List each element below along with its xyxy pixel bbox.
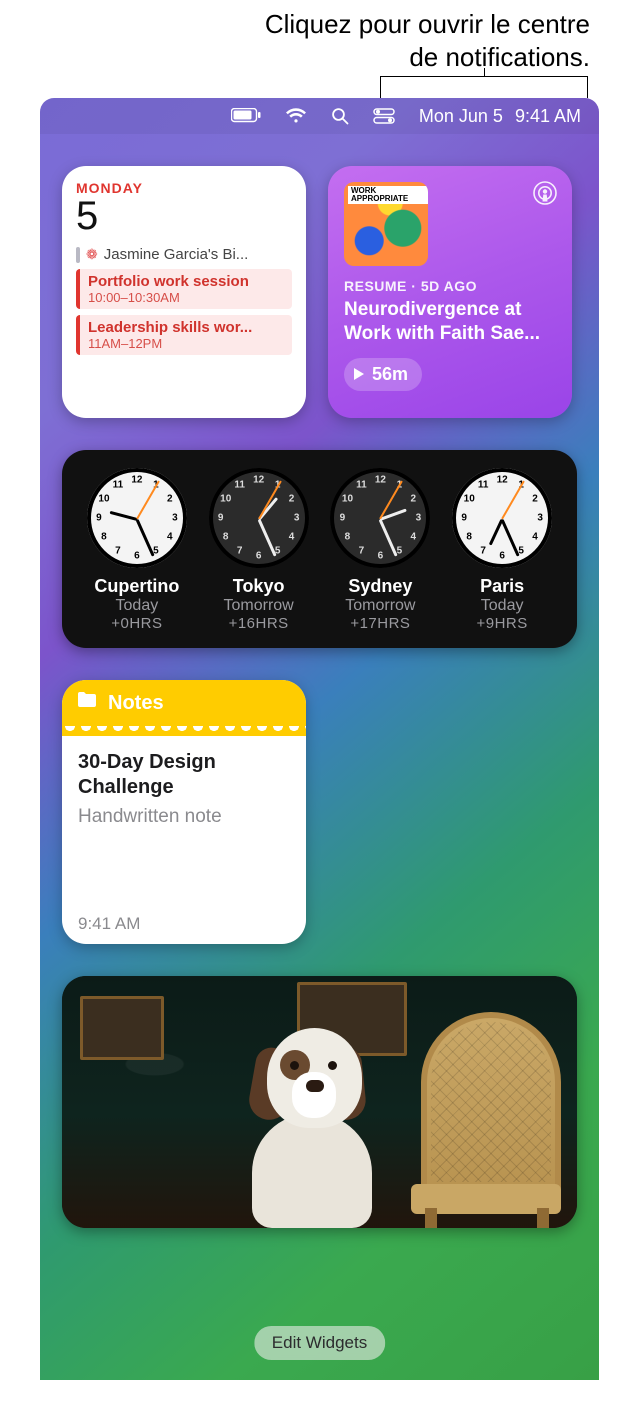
- world-clock-widget[interactable]: 123456789101112CupertinoToday+0HRS123456…: [62, 450, 577, 648]
- podcast-duration: 56m: [372, 364, 408, 385]
- wifi-icon[interactable]: [285, 108, 307, 124]
- podcasts-app-icon: [532, 180, 558, 211]
- birthday-icon: ❁: [86, 246, 98, 263]
- clock-face: 123456789101112: [452, 468, 552, 568]
- clock-city-label: Paris: [480, 576, 524, 597]
- calendar-event[interactable]: Leadership skills wor... 11AM–12PM: [76, 315, 292, 355]
- event-title: Portfolio work session: [88, 273, 284, 290]
- event-title: Leadership skills wor...: [88, 319, 284, 336]
- notes-folder-icon: [76, 691, 98, 715]
- note-subtitle: Handwritten note: [78, 806, 290, 828]
- play-icon: [354, 368, 364, 380]
- menu-bar-date: Mon Jun 5: [419, 106, 503, 127]
- podcasts-widget[interactable]: WORK APPROPRIATE RESUME · 5D AGO Neurodi…: [328, 166, 572, 418]
- calendar-day-number: 5: [76, 196, 292, 236]
- world-clock-city: 123456789101112 ParisToday+9HRS: [441, 468, 563, 632]
- notes-tear-decoration: [62, 726, 306, 736]
- event-color-dot: [76, 247, 80, 263]
- menu-bar: Mon Jun 5 9:41 AM: [40, 98, 599, 134]
- control-center-icon[interactable]: [373, 108, 395, 124]
- clock-offset-label: +17HRS: [350, 615, 410, 632]
- clock-day-label: Tomorrow: [224, 597, 294, 615]
- world-clock-city: 123456789101112 TokyoTomorrow+16HRS: [198, 468, 320, 632]
- clock-offset-label: +16HRS: [229, 615, 289, 632]
- calendar-event[interactable]: Portfolio work session 10:00–10:30AM: [76, 269, 292, 309]
- photo-wall-frame: [80, 996, 164, 1060]
- clock-face: 123456789101112: [87, 468, 187, 568]
- desktop-screen: Mon Jun 5 9:41 AM MONDAY 5 ❁ Jasmine Gar…: [40, 98, 599, 1380]
- photo-dog: [212, 1018, 412, 1228]
- clock-face: 123456789101112: [209, 468, 309, 568]
- world-clock-city: 123456789101112 SydneyTomorrow+17HRS: [320, 468, 442, 632]
- clock-city-label: Sydney: [348, 576, 412, 597]
- spotlight-search-icon[interactable]: [331, 107, 349, 125]
- world-clock-city: 123456789101112 CupertinoToday+0HRS: [76, 468, 198, 632]
- podcast-meta: RESUME · 5D AGO: [344, 278, 556, 294]
- caption-line: de notifications.: [40, 41, 590, 74]
- menu-bar-clock[interactable]: Mon Jun 5 9:41 AM: [419, 106, 581, 127]
- clock-city-label: Cupertino: [94, 576, 179, 597]
- menu-bar-time: 9:41 AM: [515, 106, 581, 127]
- clock-city-label: Tokyo: [233, 576, 285, 597]
- event-title: Jasmine Garcia's Bi...: [104, 246, 249, 263]
- calendar-allday-event: ❁ Jasmine Garcia's Bi...: [76, 246, 292, 263]
- callout-line: [380, 76, 588, 98]
- edit-widgets-button[interactable]: Edit Widgets: [254, 1326, 385, 1360]
- event-time: 11AM–12PM: [88, 336, 284, 351]
- podcast-artwork: WORK APPROPRIATE: [344, 182, 428, 266]
- calendar-widget[interactable]: MONDAY 5 ❁ Jasmine Garcia's Bi... Portfo…: [62, 166, 306, 418]
- notes-widget[interactable]: Notes 30-Day Design Challenge Handwritte…: [62, 680, 306, 944]
- callout-line: [484, 68, 485, 76]
- note-timestamp: 9:41 AM: [78, 914, 290, 934]
- event-time: 10:00–10:30AM: [88, 290, 284, 305]
- podcast-episode-title: Neurodivergence at Work with Faith Sae..…: [344, 298, 556, 346]
- podcast-play-button[interactable]: 56m: [344, 358, 422, 391]
- note-title: 30-Day Design Challenge: [78, 750, 290, 800]
- notes-header-title: Notes: [108, 692, 164, 715]
- calendar-day-label: MONDAY: [76, 180, 292, 196]
- edit-widgets-label: Edit Widgets: [272, 1333, 367, 1352]
- clock-day-label: Today: [116, 597, 159, 615]
- artwork-label: WORK APPROPRIATE: [348, 186, 428, 204]
- battery-icon[interactable]: [231, 108, 261, 124]
- caption-line: Cliquez pour ouvrir le centre: [40, 8, 590, 41]
- clock-day-label: Today: [481, 597, 524, 615]
- photos-widget[interactable]: [62, 976, 577, 1228]
- clock-offset-label: +9HRS: [476, 615, 527, 632]
- clock-face: 123456789101112: [330, 468, 430, 568]
- help-caption: Cliquez pour ouvrir le centre de notific…: [0, 0, 630, 77]
- photo-chair: [397, 1018, 567, 1228]
- clock-day-label: Tomorrow: [345, 597, 415, 615]
- notes-header: Notes: [62, 680, 306, 726]
- clock-offset-label: +0HRS: [111, 615, 162, 632]
